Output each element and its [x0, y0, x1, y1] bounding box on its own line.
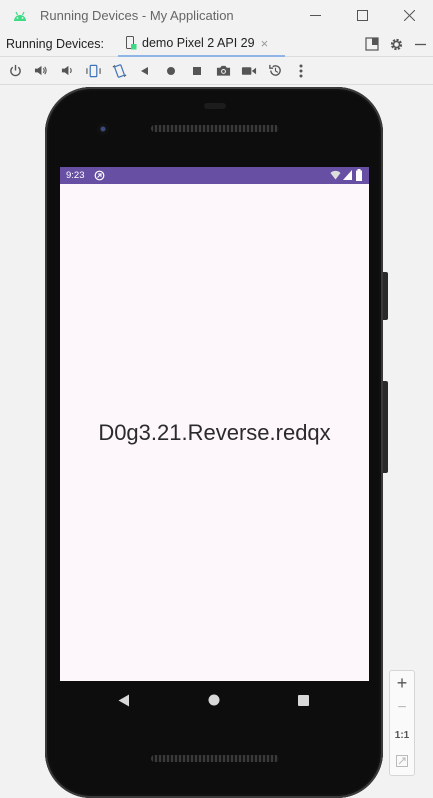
zoom-controls: + − 1:1 — [389, 670, 415, 776]
nav-overview-button[interactable] — [294, 691, 312, 709]
close-icon — [404, 10, 415, 21]
home-circle-icon — [167, 66, 175, 75]
device-tab-label: demo Pixel 2 API 29 — [142, 36, 255, 50]
device-frame: 9:23 D0g3.21.Reverse.redqx — [45, 87, 388, 798]
maximize-button[interactable] — [339, 0, 386, 31]
front-camera — [97, 123, 109, 135]
fit-screen-button[interactable] — [390, 755, 414, 767]
layout-icon[interactable] — [365, 37, 379, 51]
more-options-button[interactable] — [288, 58, 314, 84]
running-devices-bar: Running Devices: demo Pixel 2 API 29 × — [0, 31, 433, 57]
maximize-icon — [357, 10, 368, 21]
back-button[interactable] — [132, 58, 158, 84]
minimize-icon — [310, 15, 321, 16]
gear-icon[interactable] — [389, 37, 404, 52]
device-phone-icon — [126, 36, 137, 50]
overview-button[interactable] — [184, 58, 210, 84]
top-speaker-grille — [151, 125, 279, 132]
more-vertical-icon — [299, 64, 303, 77]
home-button[interactable] — [158, 58, 184, 84]
zoom-out-button[interactable]: − — [390, 699, 414, 717]
rotate-right-button[interactable] — [106, 58, 132, 84]
tab-close-icon[interactable]: × — [261, 36, 269, 51]
rotate-right-icon — [112, 63, 126, 78]
running-devices-label: Running Devices: — [6, 36, 104, 51]
bottom-speaker-grille — [151, 755, 279, 762]
wifi-icon — [330, 170, 341, 180]
screen-record-button[interactable] — [236, 58, 262, 84]
zoom-in-button[interactable]: + — [390, 673, 414, 694]
earpiece-sensor — [204, 103, 226, 109]
back-triangle-icon — [141, 66, 148, 75]
rotate-left-icon — [85, 64, 101, 77]
screenshot-button[interactable] — [210, 58, 236, 84]
notification-icon — [94, 170, 105, 181]
power-button[interactable] — [2, 58, 28, 84]
volume-down-icon — [61, 65, 72, 76]
tab-device[interactable]: demo Pixel 2 API 29 × — [118, 31, 285, 57]
volume-down-button[interactable] — [54, 58, 80, 84]
android-status-bar: 9:23 — [60, 167, 369, 184]
snapshot-button[interactable] — [262, 58, 288, 84]
close-button[interactable] — [386, 0, 433, 31]
android-nav-bar — [60, 681, 369, 719]
fit-screen-icon — [396, 755, 408, 767]
rotate-left-button[interactable] — [80, 58, 106, 84]
overview-square-icon — [193, 66, 201, 75]
battery-icon — [356, 169, 362, 181]
hide-panel-icon[interactable] — [414, 38, 427, 51]
device-toolbar — [0, 57, 433, 85]
window-title: Running Devices - My Application — [40, 8, 234, 23]
nav-overview-icon — [297, 694, 309, 706]
minimize-button[interactable] — [292, 0, 339, 31]
app-text: D0g3.21.Reverse.redqx — [98, 420, 331, 445]
video-camera-icon — [241, 66, 257, 75]
signal-icon — [343, 170, 352, 180]
title-bar: Running Devices - My Application — [0, 0, 433, 31]
phone-volume-keys — [383, 381, 388, 473]
nav-back-icon — [118, 694, 129, 706]
snapshot-history-icon — [268, 64, 281, 76]
camera-icon — [216, 65, 230, 76]
device-screen[interactable]: 9:23 D0g3.21.Reverse.redqx — [60, 167, 369, 681]
nav-home-icon — [208, 694, 220, 706]
phone-power-key — [383, 272, 388, 320]
actual-size-button[interactable]: 1:1 — [390, 730, 414, 741]
volume-up-button[interactable] — [28, 58, 54, 84]
volume-up-icon — [34, 65, 47, 76]
nav-back-button[interactable] — [115, 691, 133, 709]
power-icon — [9, 64, 21, 77]
android-studio-icon — [13, 11, 27, 21]
nav-home-button[interactable] — [205, 691, 223, 709]
status-time: 9:23 — [66, 170, 85, 181]
